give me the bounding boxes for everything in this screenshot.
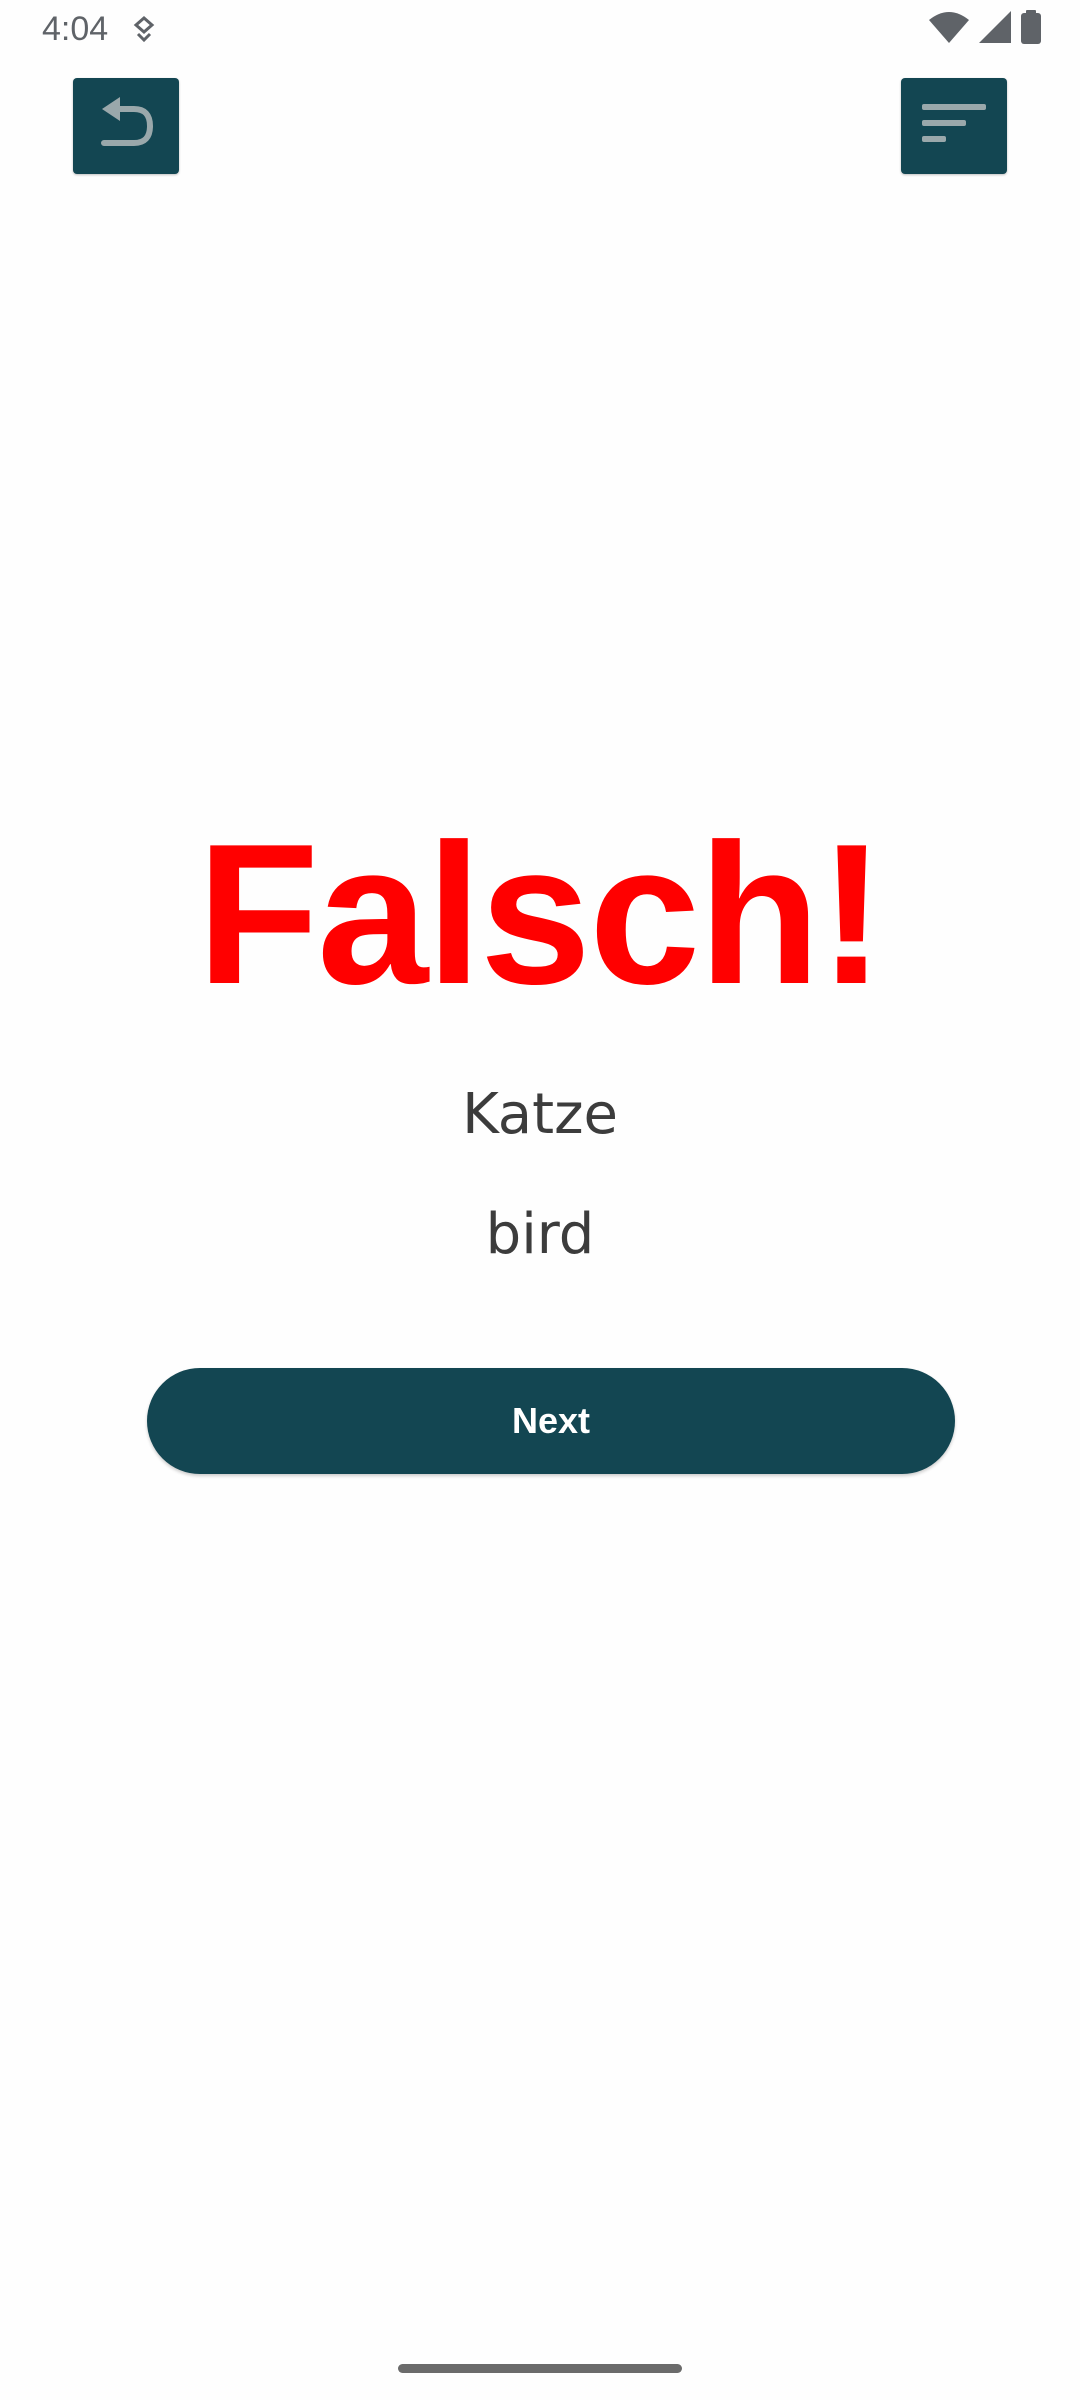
menu-button[interactable] — [901, 78, 1007, 174]
status-bar: 4:04 — [0, 0, 1080, 60]
next-button[interactable]: Next — [147, 1368, 955, 1474]
sort-menu-icon — [918, 98, 990, 155]
result-title: Falsch! — [196, 803, 885, 1026]
status-time: 4:04 — [42, 10, 109, 48]
back-button[interactable] — [73, 78, 179, 174]
home-indicator[interactable] — [398, 2364, 682, 2373]
given-answer: bird — [485, 1202, 595, 1267]
notification-icon — [130, 14, 158, 44]
cellular-signal-icon — [978, 10, 1012, 49]
prompt-word: Katze — [462, 1082, 618, 1147]
wifi-icon — [928, 10, 970, 49]
battery-icon — [1020, 9, 1042, 49]
status-icons — [928, 9, 1042, 49]
undo-back-icon — [94, 95, 158, 158]
